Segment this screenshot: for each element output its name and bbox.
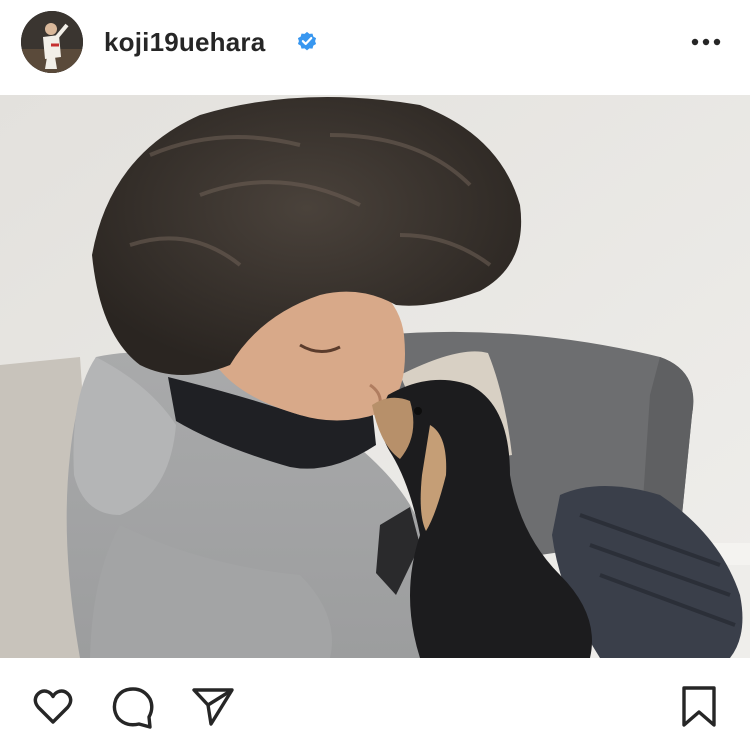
heart-icon[interactable] bbox=[30, 684, 76, 730]
post-photo[interactable] bbox=[0, 95, 750, 658]
avatar[interactable] bbox=[21, 11, 83, 73]
verified-badge-icon bbox=[297, 31, 317, 51]
post-actions-bar bbox=[0, 658, 750, 745]
username-link[interactable]: koji19uehara bbox=[104, 26, 265, 58]
paper-plane-icon[interactable] bbox=[190, 684, 236, 730]
comment-bubble-icon[interactable] bbox=[110, 684, 156, 730]
more-options-icon[interactable] bbox=[682, 24, 730, 60]
post-header: koji19uehara bbox=[0, 0, 750, 95]
bookmark-icon[interactable] bbox=[676, 684, 722, 730]
